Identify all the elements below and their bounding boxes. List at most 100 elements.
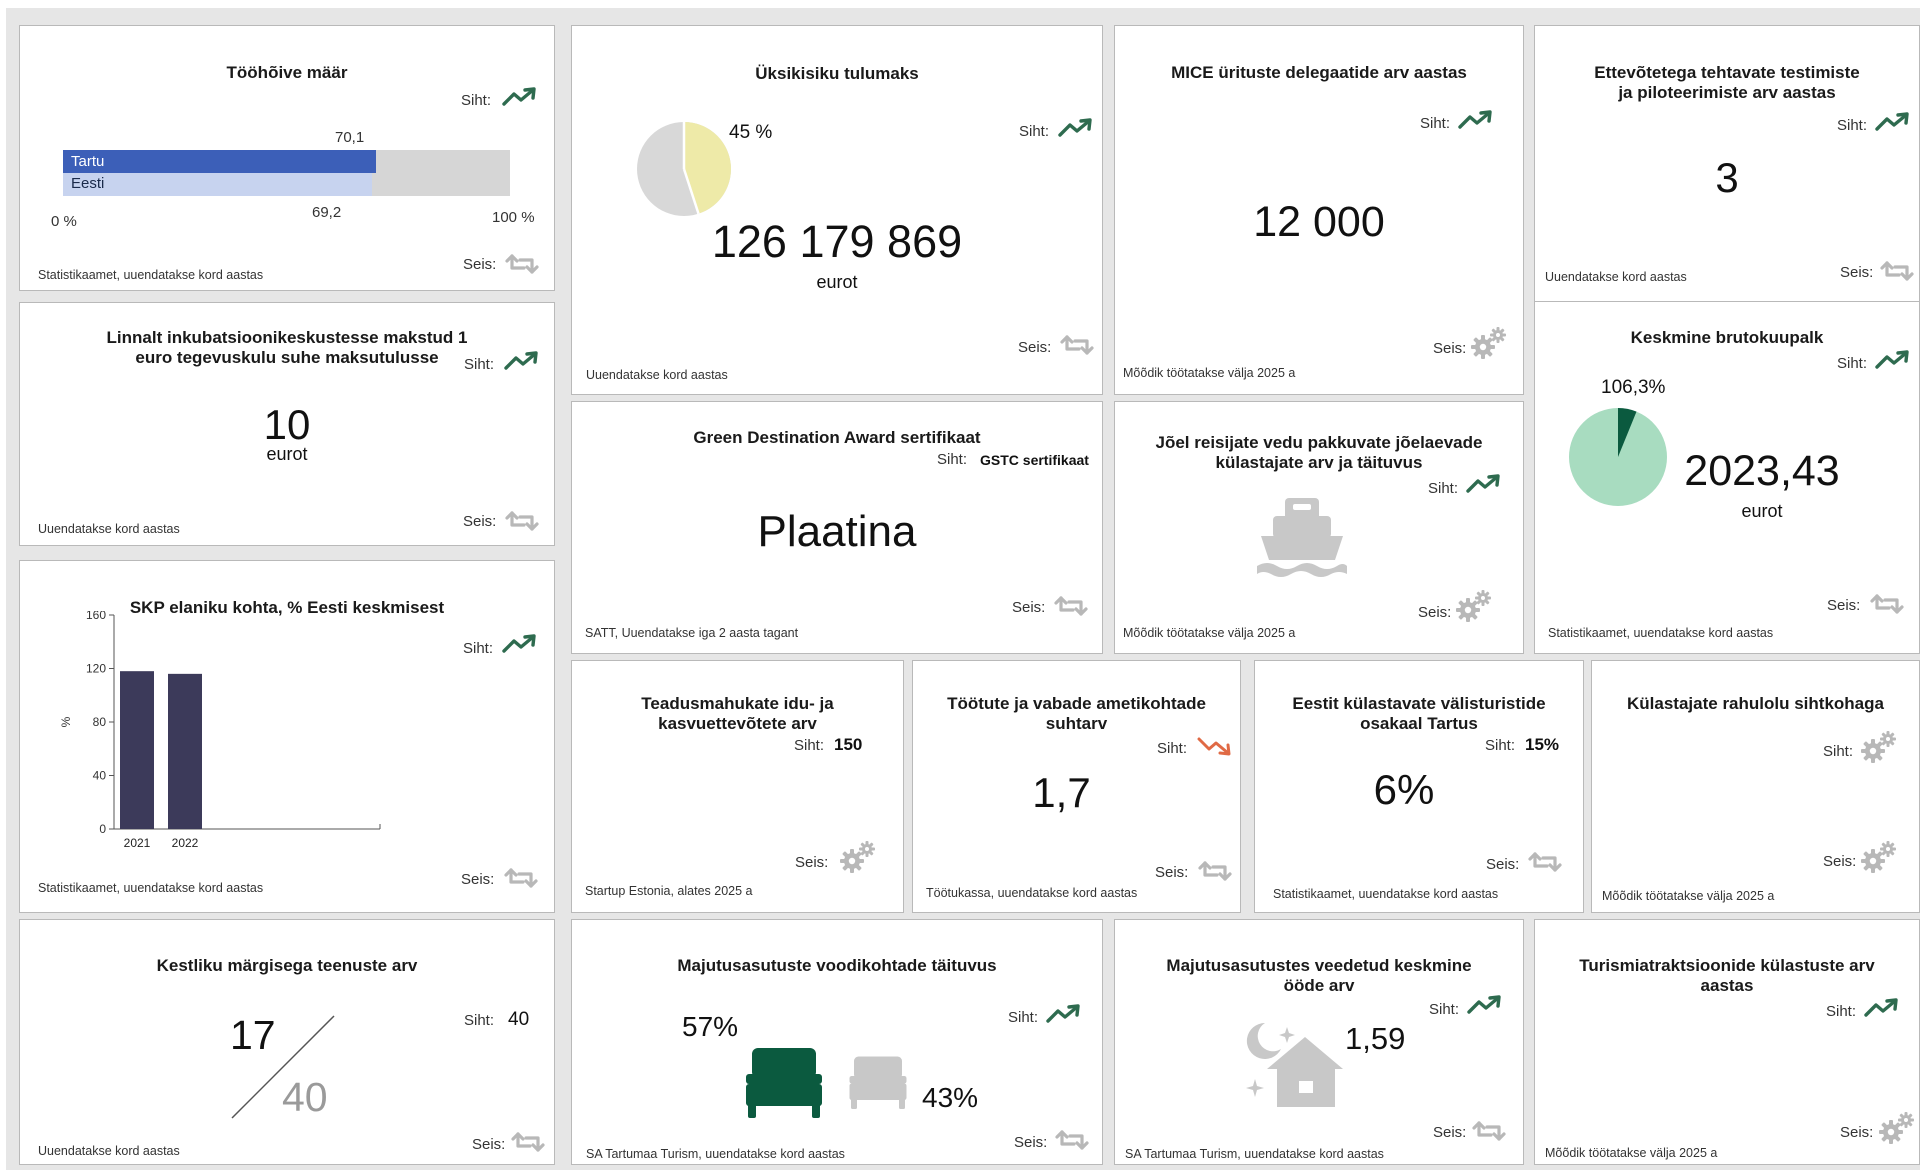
trend-up-icon — [502, 634, 538, 654]
card-title: Töötute ja vabade ametikohtade suhtarv — [947, 694, 1206, 733]
source-note: Statistikaamet, uuendatakse kord aastas — [38, 268, 264, 282]
card-attraction-visits: Turismiatraktsioonide külastuste arv aas… — [1534, 919, 1920, 1165]
gdp-bar-chart: 160 120 80 40 0% 2021 2022 — [59, 611, 381, 850]
card-incubation-ratio: Linnalt inkubatsioonikeskustesse makstud… — [19, 302, 555, 546]
refresh-icon[interactable] — [1059, 334, 1095, 356]
status-label: Seis: — [1018, 339, 1052, 356]
trend-up-icon — [504, 351, 540, 371]
refresh-icon[interactable] — [510, 1131, 546, 1153]
target-label: Siht: — [1837, 355, 1868, 372]
status-label: Seis: — [1827, 597, 1861, 614]
settings-gears-icon[interactable] — [840, 841, 876, 873]
trend-up-icon — [1046, 1004, 1082, 1024]
card-title: Ettevõtetega tehtavate testimiste ja pil… — [1594, 63, 1860, 102]
source-note: SA Tartumaa Turism, uuendatakse kord aas… — [586, 1147, 845, 1161]
target-value: GSTC sertifikaat — [980, 452, 1089, 468]
trend-up-icon — [1875, 350, 1911, 370]
x-tick-label: 2021 — [124, 836, 151, 850]
target-value: 150 — [834, 735, 863, 754]
main-value: 1,7 — [1032, 769, 1091, 816]
target-label: Siht: — [794, 737, 825, 754]
source-note: Mõõdik töötatakse välja 2025 a — [1545, 1146, 1718, 1160]
refresh-icon[interactable] — [504, 510, 540, 532]
axis-min: 0 % — [51, 213, 77, 230]
source-note: Statistikaamet, uuendatakse kord aastas — [1273, 887, 1499, 901]
status-label: Seis: — [1433, 1124, 1467, 1141]
refresh-icon[interactable] — [503, 867, 539, 889]
trend-down-icon — [1197, 736, 1233, 756]
ship-icon — [1257, 498, 1347, 577]
settings-gears-icon[interactable] — [1861, 731, 1897, 763]
refresh-icon[interactable] — [1054, 1129, 1090, 1151]
status-label: Seis: — [1486, 856, 1520, 873]
card-employment-rate: Tööhõive määr Siht: 70,1 Tartu Eesti 69,… — [19, 25, 555, 291]
settings-gears-icon[interactable] — [1471, 327, 1507, 359]
tartu-value: 70,1 — [335, 129, 365, 146]
refresh-icon[interactable] — [1869, 593, 1905, 615]
card-title: Kestliku märgisega teenuste arv — [156, 956, 418, 975]
trend-up-icon — [1458, 110, 1494, 130]
value-unit: eurot — [1741, 501, 1783, 521]
target-label: Siht: — [1428, 480, 1459, 497]
card-title: Green Destination Award sertifikaat — [693, 428, 981, 447]
status-label: Seis: — [1012, 599, 1046, 616]
y-tick-label: 80 — [93, 715, 107, 729]
card-visitor-satisfaction: Külastajate rahulolu sihtkohaga Siht: Se… — [1591, 660, 1920, 913]
refresh-icon[interactable] — [1879, 260, 1915, 282]
trend-up-icon — [1875, 112, 1911, 132]
target-value: 15% — [1525, 735, 1560, 754]
bed-free-icon — [848, 1053, 908, 1111]
card-title: Üksikisiku tulumaks — [755, 64, 919, 83]
main-value: 3 — [1715, 154, 1739, 201]
refresh-icon[interactable] — [1471, 1120, 1507, 1142]
card-title: Majutusasutuste voodikohtade täituvus — [677, 956, 997, 975]
main-value: 12 000 — [1253, 198, 1385, 246]
free-value: 43% — [922, 1082, 979, 1113]
card-sustainable-services: Kestliku märgisega teenuste arv Siht: 40… — [19, 919, 555, 1165]
status-label: Seis: — [1840, 264, 1874, 281]
trend-up-icon — [1864, 998, 1900, 1018]
settings-gears-icon[interactable] — [1879, 1112, 1915, 1144]
source-note: Statistikaamet, uuendatakse kord aastas — [1548, 626, 1774, 640]
bar-2022 — [168, 673, 202, 829]
card-mice-delegates: MICE ürituste delegaatide arv aastas Sih… — [1114, 25, 1524, 395]
eesti-bar — [63, 173, 372, 196]
source-note: SATT, Uuendatakse iga 2 aasta tagant — [585, 626, 799, 640]
card-pilot-tests: Ettevõtetega tehtavate testimiste ja pil… — [1534, 25, 1920, 303]
refresh-icon[interactable] — [1197, 860, 1233, 882]
target-label: Siht: — [1157, 740, 1188, 757]
target-value: 40 — [508, 1009, 530, 1030]
refresh-icon[interactable] — [504, 253, 540, 275]
source-note: Uuendatakse kord aastas — [38, 1144, 180, 1158]
settings-gears-icon[interactable] — [1456, 590, 1492, 622]
refresh-icon[interactable] — [1527, 851, 1563, 873]
card-income-tax: Üksikisiku tulumaks 45 % Siht: 126 179 8… — [571, 25, 1103, 395]
settings-gears-icon[interactable] — [1861, 841, 1897, 873]
target-label: Siht: — [464, 1012, 495, 1029]
main-value: 10 — [263, 401, 311, 448]
card-unemployed-ratio: Töötute ja vabade ametikohtade suhtarv S… — [912, 660, 1241, 913]
refresh-icon[interactable] — [1053, 595, 1089, 617]
source-note: Uuendatakse kord aastas — [1545, 270, 1687, 284]
target-label: Siht: — [1429, 1001, 1460, 1018]
source-note: Töötukassa, uuendatakse kord aastas — [926, 886, 1138, 900]
main-value: 6% — [1373, 766, 1435, 813]
occupied-value: 57% — [682, 1011, 739, 1042]
value-unit: eurot — [266, 444, 308, 464]
trend-up-icon — [1467, 995, 1503, 1015]
card-title: Turismiatraktsioonide külastuste arv aas… — [1579, 956, 1875, 995]
card-green-destination: Green Destination Award sertifikaat Siht… — [571, 401, 1103, 654]
eesti-label: Eesti — [71, 175, 105, 192]
card-title: Jõel reisijate vedu pakkuvate jõelaevade… — [1155, 433, 1483, 472]
value-unit: eurot — [816, 272, 858, 292]
card-title: Teadusmahukate idu- ja kasvuettevõtete a… — [641, 694, 834, 733]
dashboard: Tööhõive määr Siht: 70,1 Tartu Eesti 69,… — [6, 8, 1920, 1170]
target-label: Siht: — [463, 640, 494, 657]
source-note: SA Tartumaa Turism, uuendatakse kord aas… — [1125, 1147, 1384, 1161]
total-count: 40 — [282, 1074, 328, 1120]
status-label: Seis: — [1840, 1124, 1874, 1141]
target-label: Siht: — [461, 92, 492, 109]
status-label: Seis: — [1433, 340, 1467, 357]
main-value: 126 179 869 — [711, 216, 963, 267]
night-house-icon — [1246, 1022, 1343, 1107]
